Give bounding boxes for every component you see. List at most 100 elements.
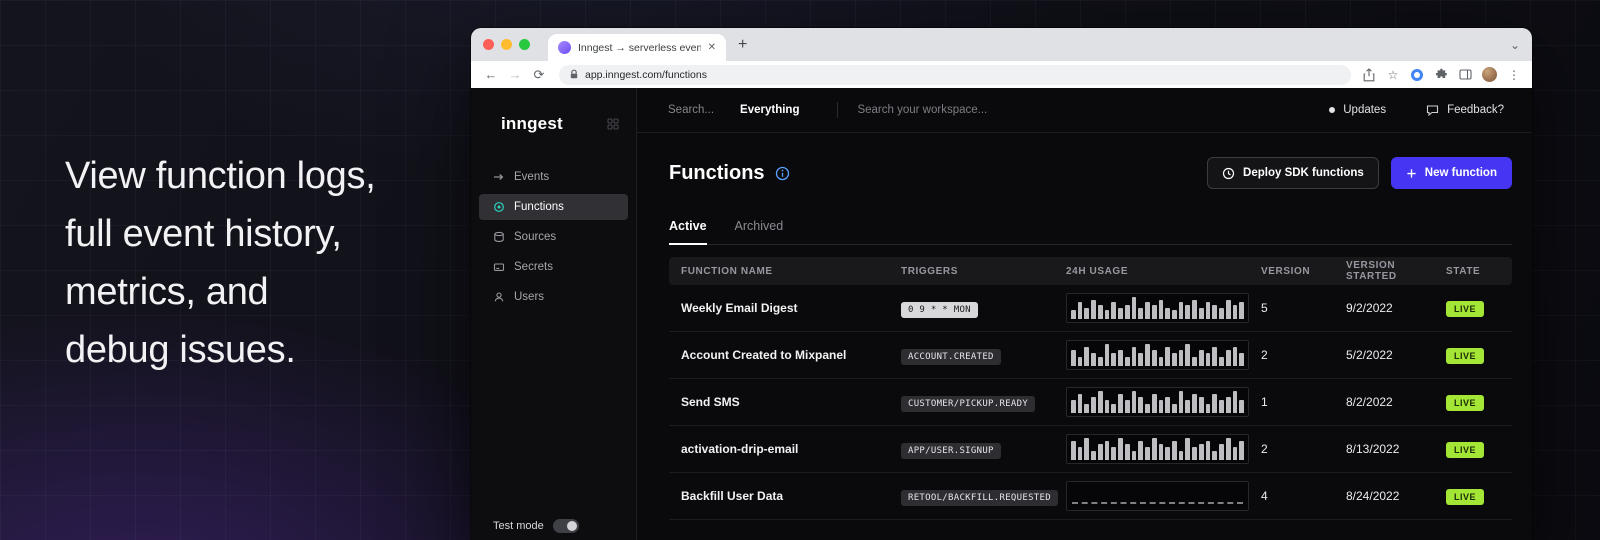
- col-state: STATE: [1446, 266, 1500, 277]
- new-tab-button[interactable]: +: [738, 37, 747, 53]
- new-function-button[interactable]: New function: [1391, 157, 1512, 189]
- inngest-app: inngest Events Functions Sources: [471, 88, 1532, 540]
- table-row[interactable]: activation-drip-email APP/USER.SIGNUP 2 …: [669, 426, 1512, 473]
- version-value: 5: [1261, 301, 1346, 315]
- function-name[interactable]: Account Created to Mixpanel: [681, 348, 901, 362]
- state-badge: LIVE: [1446, 489, 1484, 505]
- sources-icon: [493, 231, 505, 243]
- usage-sparkline: [1066, 387, 1249, 417]
- feedback-button[interactable]: Feedback?: [1426, 104, 1504, 117]
- topbar-divider: [837, 102, 838, 118]
- table-header-row: FUNCTION NAME TRIGGERS 24H USAGE VERSION…: [669, 257, 1512, 285]
- trigger-badge: CUSTOMER/PICKUP.READY: [901, 396, 1035, 412]
- browser-menu-dots-icon[interactable]: ⋮: [1504, 68, 1524, 82]
- apps-grid-icon[interactable]: [607, 118, 619, 130]
- profile-avatar[interactable]: [1482, 67, 1497, 82]
- tab-strip-chevron-icon[interactable]: ⌄: [1510, 38, 1520, 52]
- deploy-sdk-functions-button[interactable]: Deploy SDK functions: [1207, 157, 1379, 189]
- function-name[interactable]: Send SMS: [681, 395, 901, 409]
- updates-dot-icon: [1329, 107, 1335, 113]
- feedback-bubble-icon: [1426, 104, 1439, 117]
- functions-table: FUNCTION NAME TRIGGERS 24H USAGE VERSION…: [669, 257, 1512, 520]
- sidebar-item-label: Sources: [514, 231, 556, 243]
- version-started-value: 8/24/2022: [1346, 489, 1446, 503]
- hero-line: full event history,: [65, 205, 375, 263]
- test-mode-toggle[interactable]: [553, 519, 579, 533]
- extensions-puzzle-icon[interactable]: [1431, 68, 1451, 81]
- zoom-window-icon[interactable]: [519, 39, 530, 50]
- side-panel-icon[interactable]: [1455, 69, 1475, 80]
- deploy-button-label: Deploy SDK functions: [1243, 167, 1364, 179]
- col-function-name: FUNCTION NAME: [681, 266, 901, 277]
- sidebar-item-label: Functions: [514, 201, 564, 213]
- back-button[interactable]: ←: [479, 67, 503, 82]
- tab-active[interactable]: Active: [669, 219, 707, 245]
- sidebar-item-functions[interactable]: Functions: [479, 194, 628, 220]
- sidebar-item-users[interactable]: Users: [479, 284, 628, 310]
- workspace-search-input[interactable]: [857, 104, 1087, 116]
- tab-close-icon[interactable]: ✕: [708, 42, 716, 53]
- close-window-icon[interactable]: [483, 39, 494, 50]
- reload-button[interactable]: ⟳: [527, 67, 551, 83]
- forward-button[interactable]: →: [503, 67, 527, 82]
- hero-headline: View function logs, full event history, …: [65, 147, 375, 379]
- sidebar-item-label: Users: [514, 291, 544, 303]
- test-mode-label: Test mode: [493, 520, 544, 532]
- col-version: VERSION: [1261, 266, 1346, 277]
- browser-tab[interactable]: Inngest → serverless event-dri ✕: [548, 34, 726, 61]
- version-started-value: 5/2/2022: [1346, 348, 1446, 362]
- tab-archived[interactable]: Archived: [735, 219, 784, 244]
- table-row[interactable]: Account Created to Mixpanel ACCOUNT.CREA…: [669, 332, 1512, 379]
- trigger-badge: ACCOUNT.CREATED: [901, 349, 1001, 365]
- table-row[interactable]: Send SMS CUSTOMER/PICKUP.READY 1 8/2/202…: [669, 379, 1512, 426]
- hero-line: View function logs,: [65, 147, 375, 205]
- share-icon[interactable]: [1359, 68, 1379, 82]
- minimize-window-icon[interactable]: [501, 39, 512, 50]
- lock-icon: [569, 69, 579, 80]
- secrets-icon: [493, 261, 505, 273]
- function-name[interactable]: activation-drip-email: [681, 442, 901, 456]
- hero-line: debug issues.: [65, 321, 375, 379]
- state-badge: LIVE: [1446, 301, 1484, 317]
- search-label[interactable]: Search...: [668, 104, 714, 116]
- updates-label: Updates: [1343, 104, 1386, 116]
- bookmark-star-icon[interactable]: ☆: [1383, 68, 1403, 82]
- window-controls[interactable]: [483, 39, 530, 50]
- col-triggers: TRIGGERS: [901, 266, 1066, 277]
- updates-button[interactable]: Updates: [1329, 104, 1386, 116]
- app-topbar: Search... Everything Updates Feedback?: [637, 88, 1532, 133]
- feedback-label: Feedback?: [1447, 104, 1504, 116]
- sidebar-item-label: Events: [514, 171, 549, 183]
- trigger-badge: APP/USER.SIGNUP: [901, 443, 1001, 459]
- functions-page: Functions Deploy SDK functions New: [637, 133, 1532, 540]
- function-name[interactable]: Backfill User Data: [681, 489, 901, 503]
- version-value: 2: [1261, 348, 1346, 362]
- events-icon: [493, 171, 505, 183]
- function-name[interactable]: Weekly Email Digest: [681, 301, 901, 315]
- version-started-value: 8/13/2022: [1346, 442, 1446, 456]
- col-version-started: VERSION STARTED: [1346, 260, 1446, 282]
- usage-sparkline: [1066, 434, 1249, 464]
- state-badge: LIVE: [1446, 348, 1484, 364]
- tab-title: Inngest → serverless event-dri: [578, 42, 701, 54]
- function-tabs: Active Archived: [669, 219, 1512, 245]
- plus-icon: [1406, 168, 1417, 179]
- inngest-favicon-icon: [558, 41, 571, 54]
- sidebar-item-sources[interactable]: Sources: [479, 224, 628, 250]
- hero-line: metrics, and: [65, 263, 375, 321]
- app-content: Search... Everything Updates Feedback?: [637, 88, 1532, 540]
- address-bar[interactable]: app.inngest.com/functions: [559, 65, 1351, 85]
- usage-sparkline: [1066, 340, 1249, 370]
- deploy-clock-icon: [1222, 167, 1235, 180]
- browser-tab-strip: Inngest → serverless event-dri ✕ + ⌄: [471, 28, 1532, 61]
- sidebar-nav: Events Functions Sources Secrets: [471, 164, 636, 310]
- version-started-value: 9/2/2022: [1346, 301, 1446, 315]
- table-row[interactable]: Weekly Email Digest 0 9 * * MON 5 9/2/20…: [669, 285, 1512, 332]
- extension-icon[interactable]: [1407, 69, 1427, 81]
- sidebar-item-secrets[interactable]: Secrets: [479, 254, 628, 280]
- info-icon[interactable]: [775, 166, 790, 181]
- search-scope-dropdown[interactable]: Everything: [740, 104, 799, 116]
- table-row[interactable]: Backfill User Data RETOOL/BACKFILL.REQUE…: [669, 473, 1512, 520]
- toolbar-icons: ☆ ⋮: [1359, 67, 1524, 82]
- sidebar-item-events[interactable]: Events: [479, 164, 628, 190]
